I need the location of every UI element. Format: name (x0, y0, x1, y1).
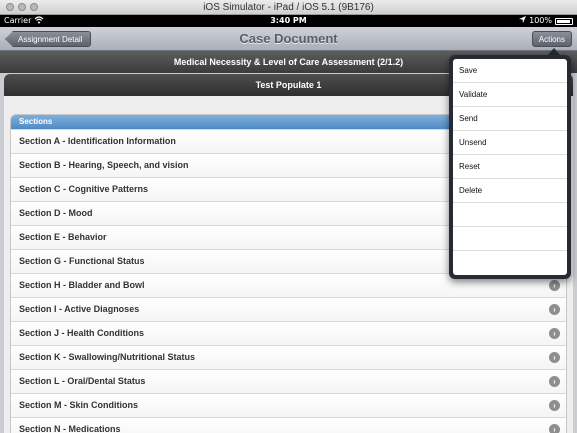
menu-item-send[interactable]: Send (453, 107, 567, 131)
chevron-right-icon[interactable]: › (549, 304, 560, 315)
menu-item-empty (453, 251, 567, 275)
actions-popover: Save Validate Send Unsend Reset Delete (449, 55, 571, 279)
simulator-titlebar: iOS Simulator - iPad / iOS 5.1 (9B176) (0, 0, 577, 15)
section-row-l[interactable]: Section L - Oral/Dental Status › (11, 369, 566, 393)
section-label: Section K - Swallowing/Nutritional Statu… (19, 352, 196, 362)
actions-button[interactable]: Actions (531, 31, 572, 47)
battery-percent: 100% (529, 16, 552, 25)
menu-item-reset[interactable]: Reset (453, 155, 567, 179)
location-icon (519, 15, 527, 27)
section-row-j[interactable]: Section J - Health Conditions › (11, 321, 566, 345)
chevron-right-icon[interactable]: › (549, 280, 560, 291)
page-title: Case Document (239, 31, 338, 46)
section-label: Section C - Cognitive Patterns (19, 184, 149, 194)
actions-menu: Save Validate Send Unsend Reset Delete (453, 59, 567, 275)
section-label: Section M - Skin Conditions (19, 400, 138, 410)
section-label: Section B - Hearing, Speech, and vision (19, 160, 189, 170)
navigation-bar: Assignment Detail Case Document Actions (0, 27, 577, 51)
section-label: Section H - Bladder and Bowl (19, 280, 145, 290)
chevron-right-icon[interactable]: › (549, 400, 560, 411)
section-row-n[interactable]: Section N - Medications › (11, 417, 566, 433)
menu-item-empty (453, 227, 567, 251)
section-label: Section N - Medications (19, 424, 121, 433)
status-bar: Carrier 3:40 PM 100% (0, 15, 577, 27)
section-row-i[interactable]: Section I - Active Diagnoses › (11, 297, 566, 321)
menu-item-save[interactable]: Save (453, 59, 567, 83)
close-window-button[interactable] (6, 3, 14, 11)
chevron-right-icon[interactable]: › (549, 424, 560, 433)
section-label: Section I - Active Diagnoses (19, 304, 140, 314)
section-label: Section G - Functional Status (19, 256, 145, 266)
section-label: Section A - Identification Information (19, 136, 176, 146)
battery-icon (555, 17, 573, 25)
minimize-window-button[interactable] (18, 3, 26, 11)
zoom-window-button[interactable] (30, 3, 38, 11)
section-label: Section L - Oral/Dental Status (19, 376, 146, 386)
status-time: 3:40 PM (270, 16, 307, 25)
menu-item-validate[interactable]: Validate (453, 83, 567, 107)
menu-item-empty (453, 203, 567, 227)
section-label: Section J - Health Conditions (19, 328, 145, 338)
menu-item-unsend[interactable]: Unsend (453, 131, 567, 155)
chevron-right-icon[interactable]: › (549, 352, 560, 363)
simulator-title: iOS Simulator - iPad / iOS 5.1 (9B176) (203, 2, 374, 13)
section-row-m[interactable]: Section M - Skin Conditions › (11, 393, 566, 417)
chevron-right-icon[interactable]: › (549, 328, 560, 339)
section-label: Section D - Mood (19, 208, 93, 218)
chevron-right-icon[interactable]: › (549, 376, 560, 387)
section-label: Section E - Behavior (19, 232, 107, 242)
window-controls[interactable] (6, 3, 38, 11)
menu-item-delete[interactable]: Delete (453, 179, 567, 203)
section-row-k[interactable]: Section K - Swallowing/Nutritional Statu… (11, 345, 566, 369)
